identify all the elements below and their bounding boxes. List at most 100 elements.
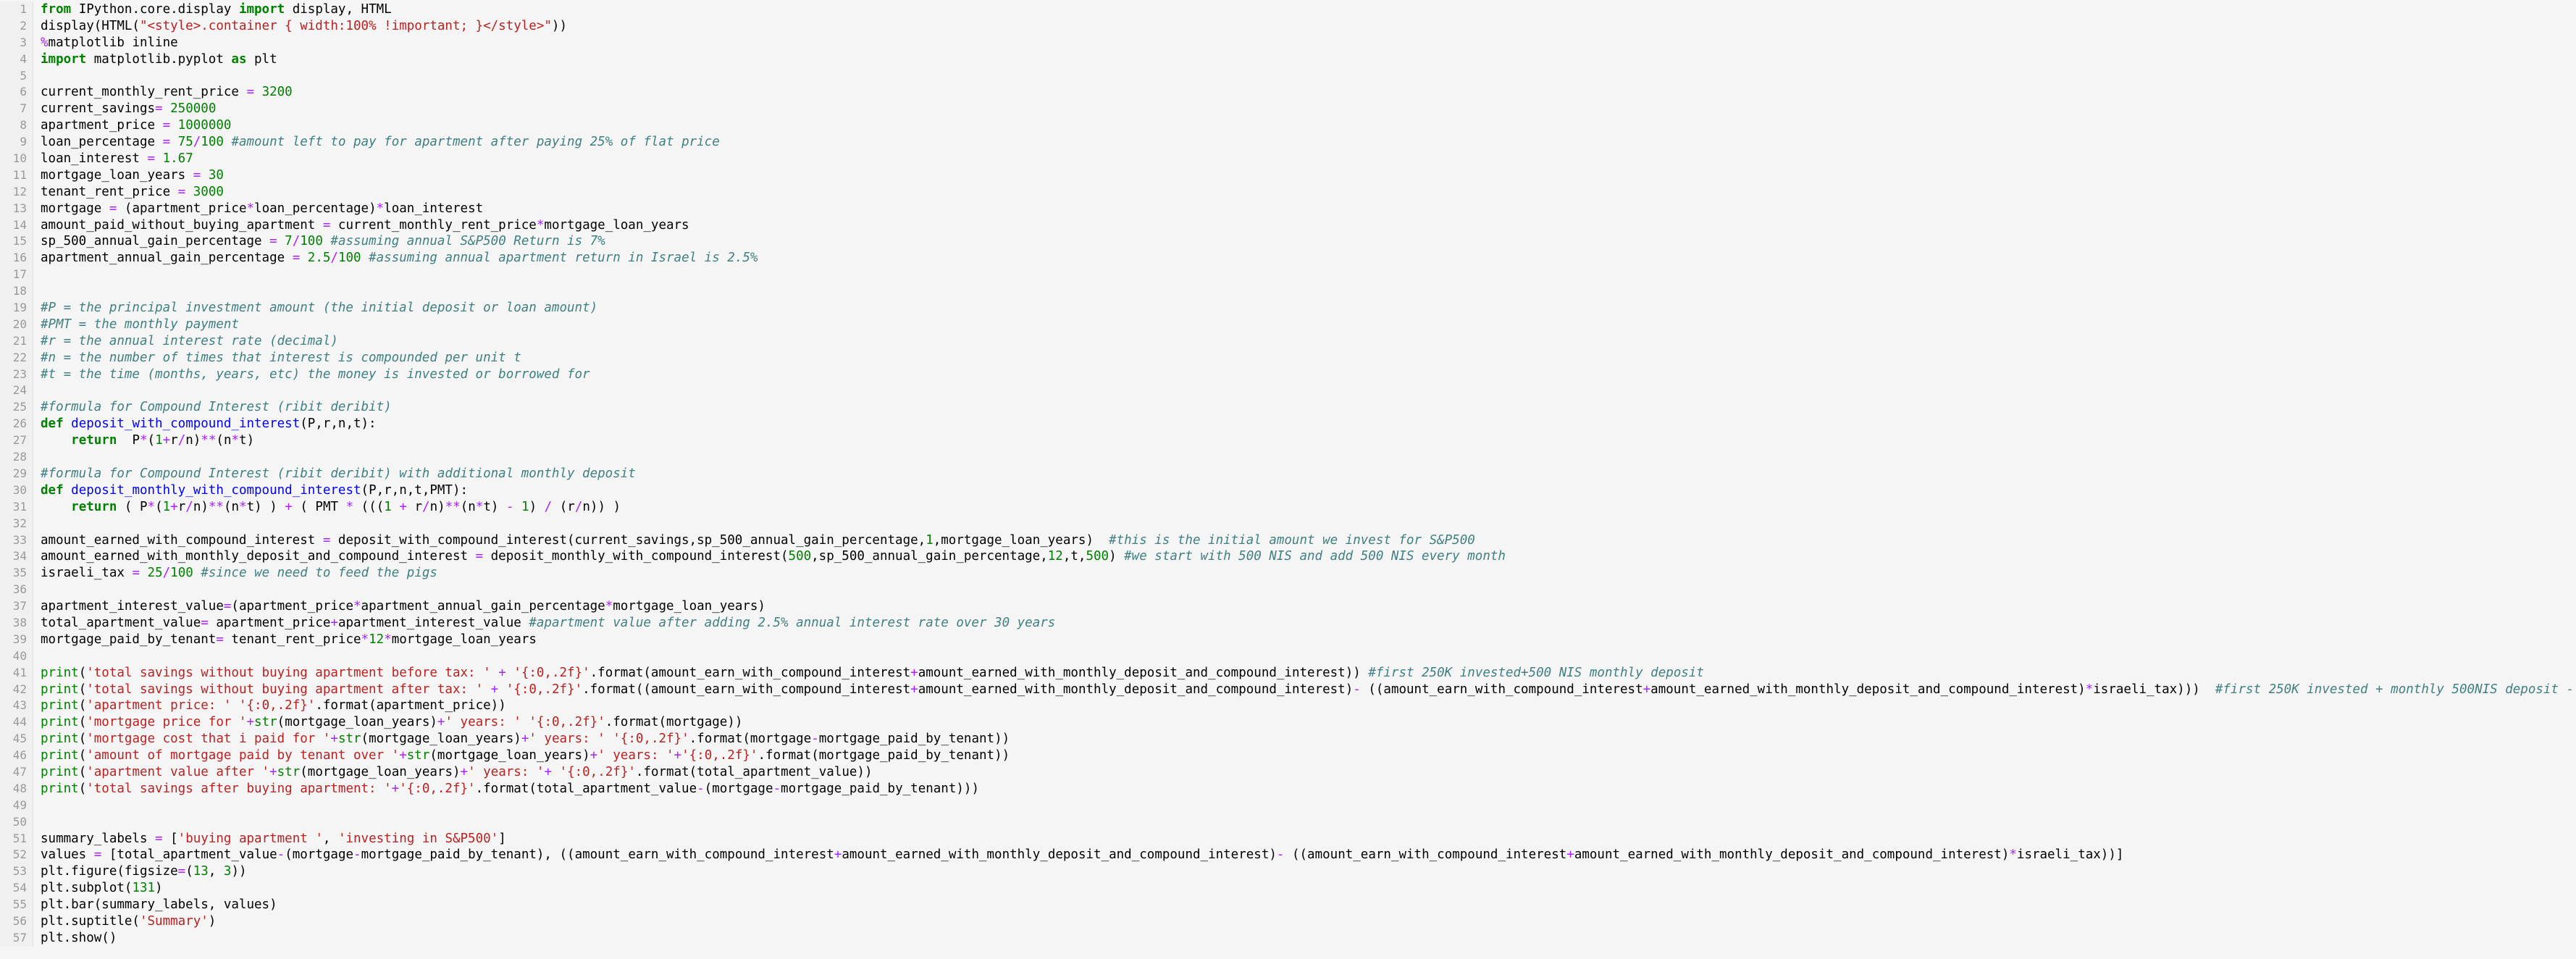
code-line[interactable]: 40 — [0, 648, 2576, 665]
code-text[interactable] — [33, 814, 41, 831]
code-text[interactable]: #formula for Compound Interest (ribit de… — [33, 466, 636, 482]
code-text[interactable]: display(HTML("<style>.container { width:… — [33, 18, 567, 35]
code-text[interactable]: total_apartment_value= apartment_price+a… — [33, 615, 1055, 632]
code-line[interactable]: 34 amount_earned_with_monthly_deposit_and… — [0, 548, 2576, 566]
code-line[interactable]: 3 %matplotlib inline — [0, 34, 2576, 51]
code-text[interactable] — [33, 449, 41, 466]
code-text[interactable]: plt.subplot(131) — [33, 880, 163, 897]
code-line[interactable]: 45 print('mortgage cost that i paid for '… — [0, 731, 2576, 748]
code-line[interactable]: 55 plt.bar(summary_labels, values) — [0, 897, 2576, 913]
code-line[interactable]: 37 apartment_interest_value=(apartment_pr… — [0, 598, 2576, 615]
code-text[interactable]: sp_500_annual_gain_percentage = 7/100 #a… — [33, 233, 605, 250]
code-text[interactable]: print('amount of mortgage paid by tenant… — [33, 747, 1010, 764]
code-line[interactable]: 15 sp_500_annual_gain_percentage = 7/100 … — [0, 233, 2576, 251]
code-text[interactable] — [33, 267, 41, 283]
code-text[interactable] — [33, 582, 41, 598]
code-text[interactable]: #formula for Compound Interest (ribit de… — [33, 399, 392, 416]
code-text[interactable]: plt.figure(figsize=(13, 3)) — [33, 863, 247, 880]
code-text[interactable]: mortgage = (apartment_price*loan_percent… — [33, 201, 483, 217]
code-text[interactable] — [33, 283, 41, 300]
code-text[interactable]: print('total savings without buying apar… — [33, 682, 2576, 698]
code-line[interactable]: 11 mortgage_loan_years = 30 — [0, 167, 2576, 184]
code-text[interactable]: print('mortgage price for '+str(mortgage… — [33, 714, 742, 731]
code-text[interactable]: print('mortgage cost that i paid for '+s… — [33, 731, 1010, 747]
code-text[interactable]: loan_interest = 1.67 — [33, 151, 193, 167]
code-text[interactable]: summary_labels = ['buying apartment ', '… — [33, 831, 506, 847]
code-line[interactable]: 46 print('amount of mortgage paid by tena… — [0, 747, 2576, 764]
code-line[interactable]: 54 plt.subplot(131) — [0, 880, 2576, 897]
code-text[interactable]: plt.suptitle('Summary') — [33, 913, 216, 930]
code-line[interactable]: 43 print('apartment price: ' '{:0,.2f}'.f… — [0, 698, 2576, 715]
code-text[interactable]: apartment_annual_gain_percentage = 2.5/1… — [33, 250, 758, 267]
code-text[interactable]: def deposit_with_compound_interest(P,r,n… — [33, 416, 377, 432]
code-line[interactable]: 29 #formula for Compound Interest (ribit … — [0, 465, 2576, 482]
code-line[interactable]: 31 return ( P*(1+r/n)**(n*t) ) + ( PMT *… — [0, 498, 2576, 516]
code-text[interactable]: print('total savings without buying apar… — [33, 665, 1704, 682]
code-text[interactable] — [33, 648, 41, 665]
code-line[interactable]: 16 apartment_annual_gain_percentage = 2.5… — [0, 250, 2576, 267]
code-line[interactable]: 2 display(HTML("<style>.container { width… — [0, 17, 2576, 35]
code-line[interactable]: 27 return P*(1+r/n)**(n*t) — [0, 432, 2576, 450]
code-line[interactable]: 23 #t = the time (months, years, etc) the… — [0, 366, 2576, 383]
code-text[interactable]: amount_earned_with_monthly_deposit_and_c… — [33, 548, 1506, 565]
code-line[interactable]: 48 print('total savings after buying apar… — [0, 780, 2576, 797]
code-line[interactable]: 24 — [0, 382, 2576, 400]
code-line[interactable]: 50 — [0, 813, 2576, 831]
code-line[interactable]: 36 — [0, 582, 2576, 599]
code-line[interactable]: 4 import matplotlib.pyplot as plt — [0, 51, 2576, 68]
code-line[interactable]: 5 — [0, 67, 2576, 85]
code-text[interactable]: import matplotlib.pyplot as plt — [33, 51, 277, 68]
code-line[interactable]: 52 values = [total_apartment_value-(mortg… — [0, 847, 2576, 864]
code-text[interactable] — [33, 516, 41, 532]
code-line[interactable]: 38 total_apartment_value= apartment_price… — [0, 614, 2576, 632]
code-text[interactable]: apartment_price = 1000000 — [33, 117, 231, 134]
code-line[interactable]: 8 apartment_price = 1000000 — [0, 117, 2576, 135]
code-text[interactable]: plt.bar(summary_labels, values) — [33, 897, 277, 913]
code-text[interactable]: amount_paid_without_buying_apartment = c… — [33, 217, 689, 234]
code-text[interactable]: #t = the time (months, years, etc) the m… — [33, 367, 590, 383]
code-text[interactable]: current_monthly_rent_price = 3200 — [33, 84, 293, 101]
code-line[interactable]: 44 print('mortgage price for '+str(mortga… — [0, 714, 2576, 732]
code-text[interactable]: mortgage_paid_by_tenant= tenant_rent_pri… — [33, 632, 537, 648]
code-line[interactable]: 51 summary_labels = ['buying apartment ',… — [0, 830, 2576, 847]
code-line[interactable]: 33 amount_earned_with_compound_interest =… — [0, 532, 2576, 549]
code-editor[interactable]: 1 from IPython.core.display import displa… — [0, 0, 2576, 959]
code-line[interactable]: 35 israeli_tax = 25/100 #since we need to… — [0, 565, 2576, 582]
code-text[interactable]: plt.show() — [33, 930, 117, 947]
code-line[interactable]: 32 — [0, 515, 2576, 532]
code-line[interactable]: 22 #n = the number of times that interest… — [0, 349, 2576, 367]
code-line[interactable]: 25 #formula for Compound Interest (ribit … — [0, 399, 2576, 416]
code-text[interactable]: #r = the annual interest rate (decimal) — [33, 333, 338, 350]
code-text[interactable]: return P*(1+r/n)**(n*t) — [33, 432, 254, 449]
code-line[interactable]: 13 mortgage = (apartment_price*loan_perce… — [0, 200, 2576, 217]
code-text[interactable]: tenant_rent_price = 3000 — [33, 184, 224, 201]
code-line[interactable]: 17 — [0, 267, 2576, 284]
code-line[interactable]: 14 amount_paid_without_buying_apartment =… — [0, 217, 2576, 234]
code-text[interactable] — [33, 382, 41, 399]
code-line[interactable]: 49 — [0, 797, 2576, 814]
code-text[interactable]: loan_percentage = 75/100 #amount left to… — [33, 134, 720, 151]
code-line[interactable]: 1 from IPython.core.display import displa… — [0, 1, 2576, 18]
code-text[interactable]: #PMT = the monthly payment — [33, 317, 239, 333]
code-text[interactable]: amount_earned_with_compound_interest = d… — [33, 532, 1475, 549]
code-line[interactable]: 18 — [0, 283, 2576, 301]
code-text[interactable]: from IPython.core.display import display… — [33, 1, 392, 18]
code-line[interactable]: 26 def deposit_with_compound_interest(P,r… — [0, 416, 2576, 433]
code-line[interactable]: 30 def deposit_monthly_with_compound_inte… — [0, 482, 2576, 499]
code-text[interactable] — [33, 68, 41, 85]
code-line[interactable]: 41 print('total savings without buying ap… — [0, 664, 2576, 682]
code-text[interactable]: return ( P*(1+r/n)**(n*t) ) + ( PMT * ((… — [33, 499, 621, 516]
code-line[interactable]: 39 mortgage_paid_by_tenant= tenant_rent_p… — [0, 631, 2576, 648]
code-text[interactable]: %matplotlib inline — [33, 35, 178, 51]
code-line[interactable]: 28 — [0, 449, 2576, 466]
code-line[interactable]: 9 loan_percentage = 75/100 #amount left t… — [0, 134, 2576, 151]
code-text[interactable]: #n = the number of times that interest i… — [33, 350, 521, 367]
code-text[interactable]: print('apartment price: ' '{:0,.2f}'.for… — [33, 698, 506, 714]
code-text[interactable]: current_savings= 250000 — [33, 101, 216, 117]
code-line[interactable]: 20 #PMT = the monthly payment — [0, 316, 2576, 333]
code-line[interactable]: 21 #r = the annual interest rate (decimal… — [0, 332, 2576, 350]
code-line[interactable]: 7 current_savings= 250000 — [0, 101, 2576, 118]
code-text[interactable]: values = [total_apartment_value-(mortgag… — [33, 847, 2123, 863]
code-line[interactable]: 42 print('total savings without buying ap… — [0, 681, 2576, 698]
code-line[interactable]: 6 current_monthly_rent_price = 3200 — [0, 84, 2576, 101]
